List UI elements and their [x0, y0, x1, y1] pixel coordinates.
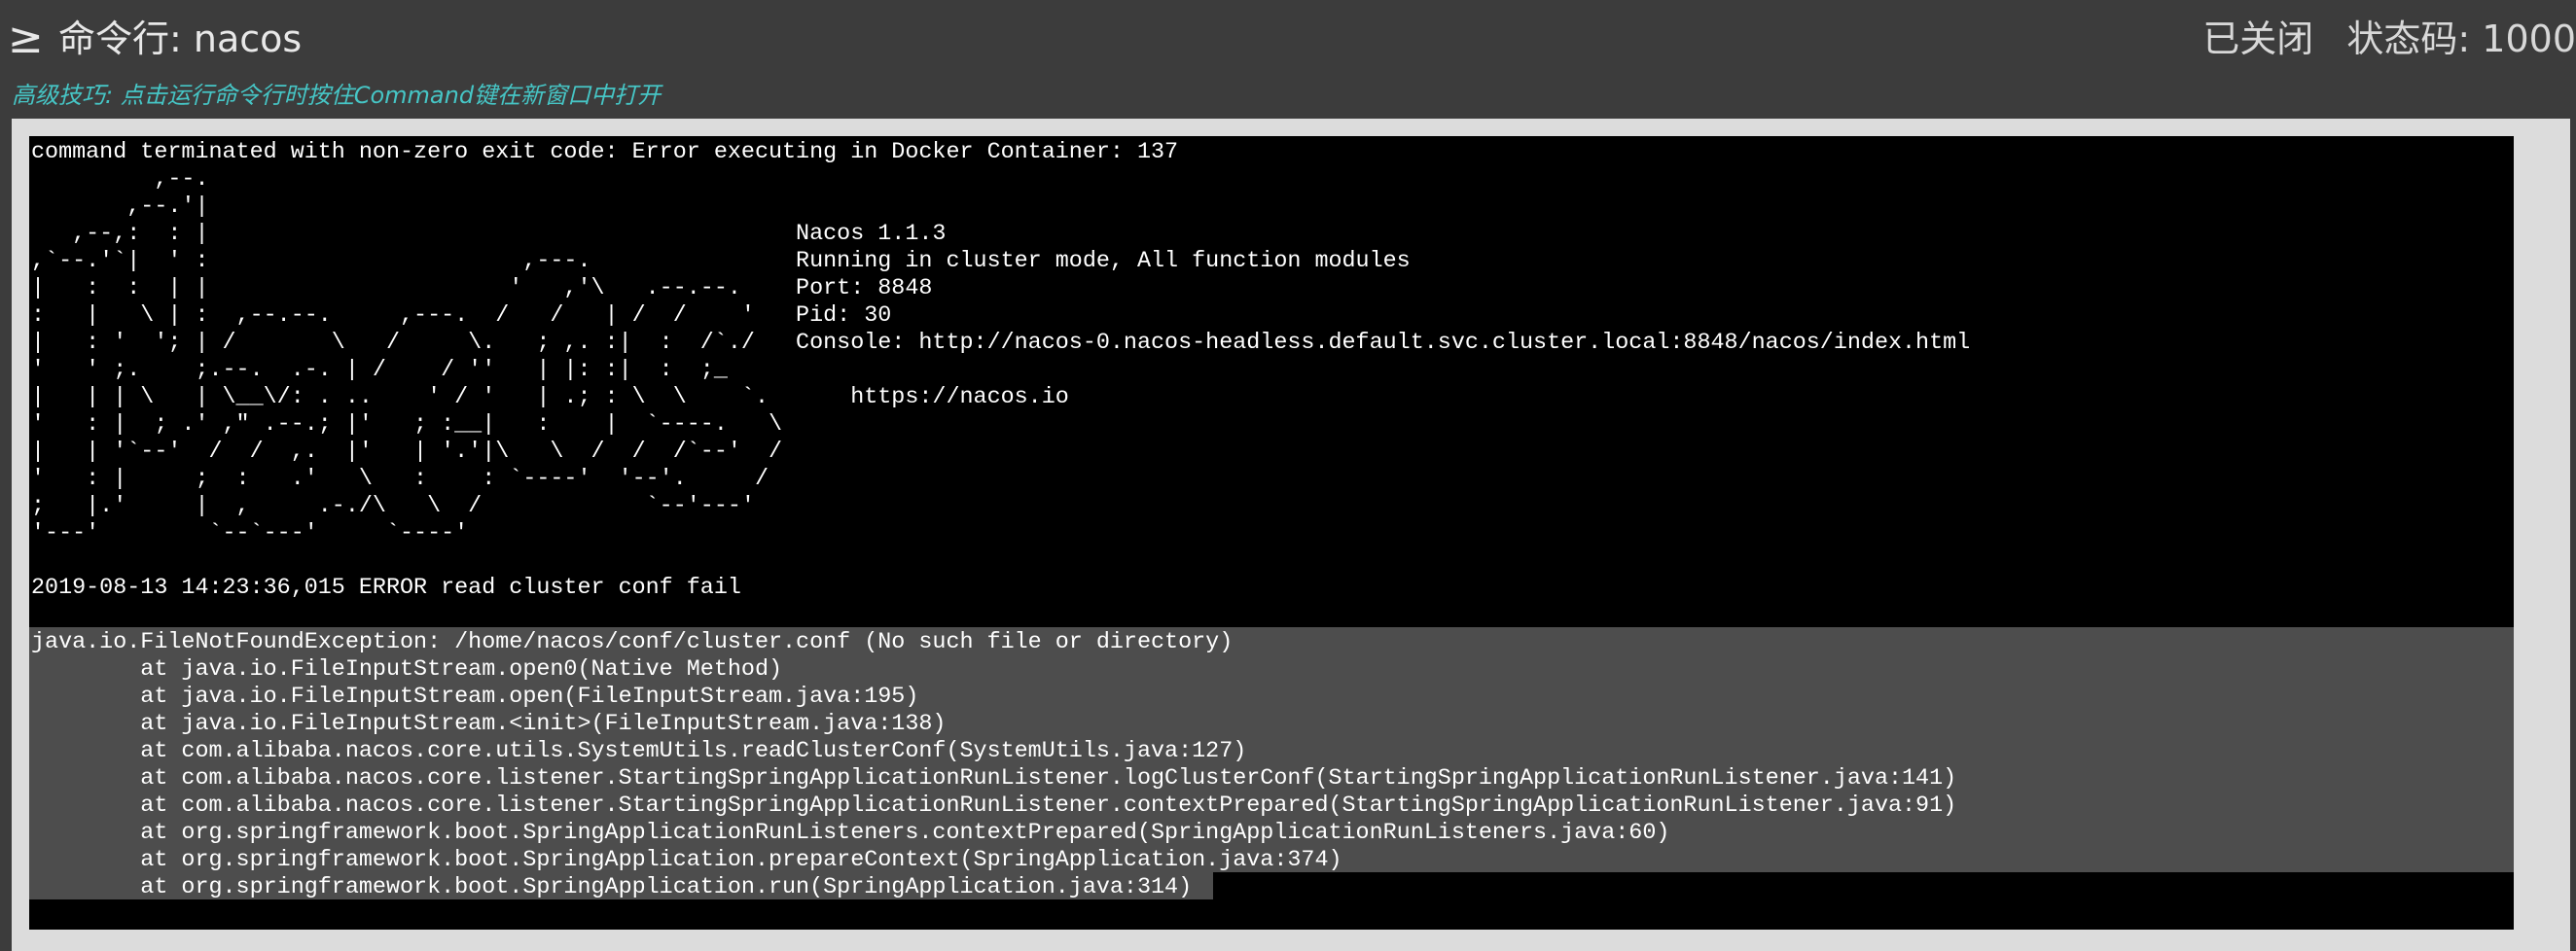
banner-line: | | '`--' / / ,. |' | '.'|\ \ / / /`--' …: [31, 440, 783, 465]
status-closed-label: 已关闭: [2202, 18, 2314, 60]
banner-line: ; |.' | , .-./\ \ / `--'---': [31, 494, 755, 519]
banner-line: | : : | | ' ,'\ .--.--. Port: 8848: [31, 276, 933, 301]
banner-line: ,`--.'`| ' : ,---. Running in cluster mo…: [31, 249, 1411, 274]
terminal-prompt-icon: ≥: [8, 14, 44, 63]
stack-trace-line: java.io.FileNotFoundException: /home/nac…: [31, 630, 1234, 655]
stack-trace-line: at java.io.FileInputStream.<init>(FileIn…: [31, 712, 947, 737]
stack-trace-line: at org.springframework.boot.SpringApplic…: [31, 848, 1342, 873]
stack-trace-line: at org.springframework.boot.SpringApplic…: [31, 875, 1193, 900]
banner-line: | : ' '; | / \ / \. ; ,. :| : /`./ Conso…: [31, 331, 1971, 356]
banner-line: ' : | ; : .' \ : : `----' '--'. /: [31, 467, 769, 492]
pro-tip-text: 高级技巧: 点击运行命令行时按住Command键在新窗口中打开: [12, 82, 662, 109]
status-area: 已关闭 状态码: 1000: [2202, 16, 2576, 62]
terminal-output[interactable]: command terminated with non-zero exit co…: [29, 136, 2514, 930]
stack-trace-line: at com.alibaba.nacos.core.listener.Start…: [31, 793, 1957, 819]
window-header: ≥ 命令行: nacos 已关闭 状态码: 1000: [0, 0, 2576, 78]
stack-trace-line: at java.io.FileInputStream.open0(Native …: [31, 657, 783, 683]
status-code-label: 状态码: 1000: [2346, 18, 2576, 60]
window-title: 命令行: nacos: [58, 18, 303, 60]
stack-trace-line: at java.io.FileInputStream.open(FileInpu…: [31, 685, 919, 710]
banner-line: ' ' ;. ;.--. .-. | / / '' | |: :| : ;_: [31, 358, 728, 383]
banner-line: | | | \ | \__\/: . .. ' / ' | .; : \ \ `…: [31, 385, 1069, 410]
exit-code-line: command terminated with non-zero exit co…: [31, 140, 1179, 165]
banner-line: '---' `--`---' `----': [31, 521, 469, 546]
banner-line: ,--.'|: [31, 194, 209, 220]
stack-trace-line: at org.springframework.boot.SpringApplic…: [31, 821, 1670, 846]
stack-trace-line: at com.alibaba.nacos.core.listener.Start…: [31, 766, 1957, 792]
error-log-line: 2019-08-13 14:23:36,015 ERROR read clust…: [31, 576, 741, 601]
banner-line: : | \ | : ,--.--. ,---. / / | / / ' Pid:…: [31, 303, 892, 329]
banner-line: ,--,: : | Nacos 1.1.3: [31, 222, 947, 247]
banner-line: ,--.: [31, 167, 209, 193]
stack-trace-line: at com.alibaba.nacos.core.utils.SystemUt…: [31, 739, 1247, 764]
banner-line: ' : | ; .' ," .--.; |' ; :__| : | `----.…: [31, 412, 783, 438]
